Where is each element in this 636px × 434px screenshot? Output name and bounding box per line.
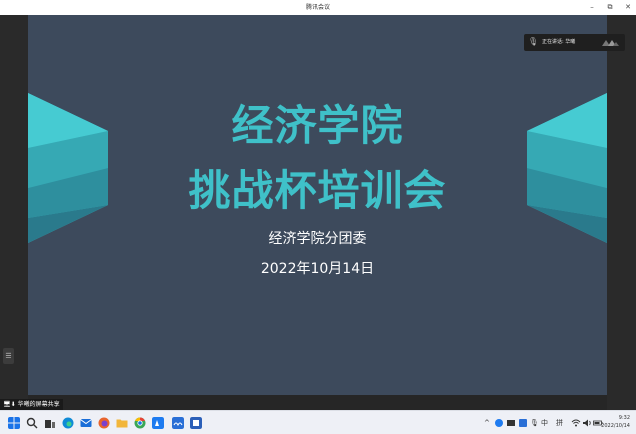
task-view-icon[interactable] [44,417,56,429]
tencent-meeting-logo [602,40,619,46]
firefox-icon[interactable] [98,417,110,429]
screen-share-text: 华曦的屏幕共享 [17,401,60,408]
clock-time: 9:32 [618,415,630,421]
edge-icon[interactable] [62,417,74,429]
search-icon[interactable] [26,417,38,429]
ime-layout-indicator[interactable]: 拼 [556,417,563,429]
word-icon[interactable] [190,417,202,429]
slide-title-line1: 经济学院 [231,101,404,150]
windows-taskbar: ^ 🎙 中 拼 9:32 2022/10/14 [0,410,636,434]
app-icon[interactable] [172,417,184,429]
right-panel [607,15,636,410]
window-title: 腾讯会议 [305,4,330,11]
screen-share-icon: 🖥︎⬇ [3,401,16,408]
maximize-button[interactable]: ⧉ [606,2,614,12]
tray-app-icon-3[interactable] [518,418,528,428]
tray-overflow-icon[interactable]: ^ [484,417,490,429]
window-titlebar: 腾讯会议 – ⧉ ✕ [0,0,636,15]
close-button[interactable]: ✕ [624,2,632,12]
chrome-icon[interactable] [134,417,146,429]
slide-title-line2: 挑战杯培训会 [188,166,447,215]
app-root: 腾讯会议 – ⧉ ✕ ☰ 经济学院 挑战杯培训会 经济学院分团委 2022年10… [0,0,636,434]
screen-share-label: 🖥︎⬇ 华曦的屏幕共享 [0,399,63,410]
tray-mic-icon[interactable]: 🎙 [530,417,539,429]
tencent-meeting-icon[interactable] [152,417,164,429]
speaking-label: 正在讲话: 华曦 [542,39,576,45]
side-panel-toggle[interactable]: ☰ [3,348,14,364]
left-panel: ☰ [0,15,28,410]
ime-mode-indicator[interactable]: 中 [541,417,548,429]
minimize-button[interactable]: – [588,2,596,12]
clock-date: 2022/10/14 [601,423,630,429]
taskbar-clock[interactable]: 9:32 2022/10/14 [601,414,630,430]
folder-icon[interactable] [116,417,128,429]
volume-icon[interactable] [582,418,592,428]
tray-app-icon-2[interactable] [506,418,516,428]
slide-organizer: 经济学院分团委 [268,231,367,247]
slide-date: 2022年10月14日 [260,261,375,277]
wifi-icon[interactable] [571,418,581,428]
mail-icon[interactable] [80,417,92,429]
speaking-indicator: 🎙 正在讲话: 华曦 [524,34,625,51]
shared-slide: 经济学院 挑战杯培训会 经济学院分团委 2022年10月14日 [28,15,607,395]
microphone-icon: 🎙 [528,37,539,46]
window-controls: – ⧉ ✕ [588,2,632,12]
tray-app-icon-1[interactable] [494,418,504,428]
start-icon[interactable] [8,417,20,429]
